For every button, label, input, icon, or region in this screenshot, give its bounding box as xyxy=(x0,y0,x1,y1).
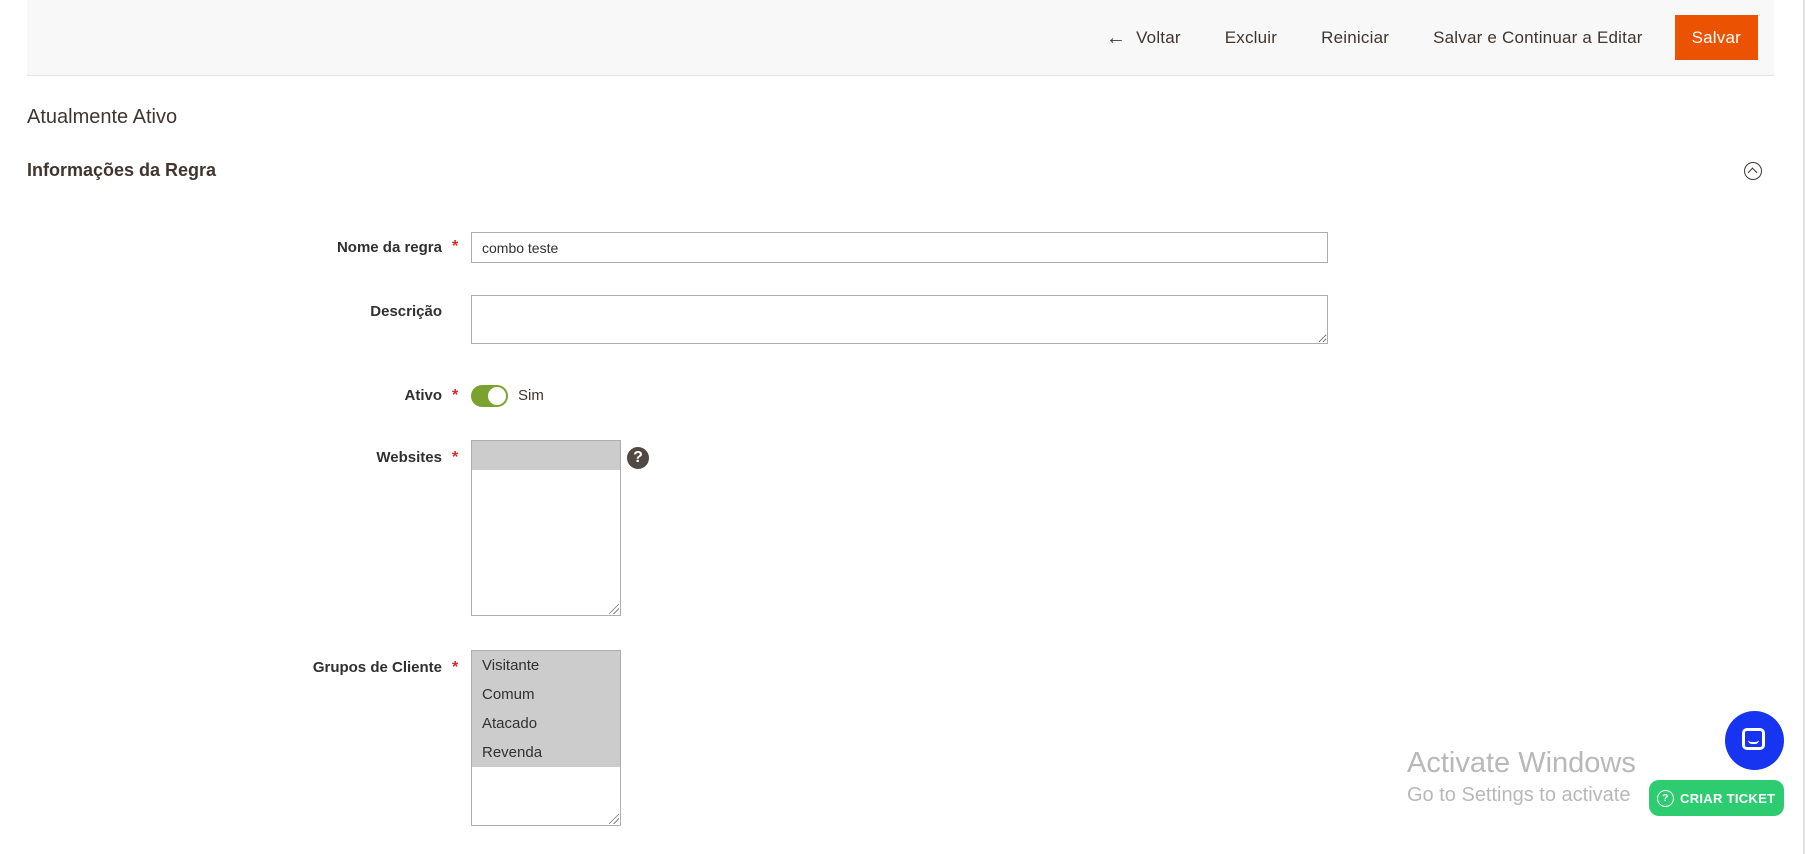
websites-label: Websites xyxy=(376,449,442,466)
description-label: Descrição xyxy=(370,303,442,320)
watermark-subtitle: Go to Settings to activate xyxy=(1407,784,1631,806)
required-asterisk: * xyxy=(452,238,459,255)
status-text: Atualmente Ativo xyxy=(27,106,178,128)
collapse-chevron-up-icon[interactable] xyxy=(1744,162,1762,180)
back-button[interactable]: ← Voltar xyxy=(1084,15,1203,60)
active-label: Ativo xyxy=(404,387,443,404)
resize-grip-icon[interactable] xyxy=(609,604,619,614)
rule-name-label: Nome da regra xyxy=(336,239,442,256)
required-asterisk: * xyxy=(452,449,459,466)
active-toggle-value: Sim xyxy=(518,387,544,404)
websites-multiselect[interactable] xyxy=(471,440,621,616)
rule-info-section-header[interactable]: Informações da Regra xyxy=(27,160,1774,192)
question-circle-icon: ? xyxy=(1657,789,1674,807)
back-button-label: Voltar xyxy=(1136,27,1181,47)
customer-group-option[interactable]: Visitante xyxy=(472,651,620,680)
customer-group-option[interactable]: Comum xyxy=(472,680,620,709)
required-asterisk: * xyxy=(452,387,459,404)
customer-groups-label: Grupos de Cliente xyxy=(312,659,442,676)
save-button[interactable]: Salvar xyxy=(1674,15,1758,60)
rule-name-input[interactable] xyxy=(471,232,1328,263)
watermark-title: Activate Windows xyxy=(1407,747,1636,779)
create-ticket-button[interactable]: ? CRIAR TICKET xyxy=(1649,780,1784,816)
description-textarea[interactable] xyxy=(471,295,1328,344)
websites-option[interactable] xyxy=(472,441,620,470)
required-asterisk: * xyxy=(452,659,459,676)
customer-groups-multiselect[interactable]: Visitante Comum Atacado Revenda xyxy=(471,650,621,826)
chat-launcher-button[interactable] xyxy=(1725,711,1784,770)
help-question-icon[interactable]: ? xyxy=(627,447,649,469)
active-toggle[interactable] xyxy=(471,385,508,407)
create-ticket-label: CRIAR TICKET xyxy=(1680,790,1776,806)
section-title: Informações da Regra xyxy=(27,160,217,180)
page-actions-bar: ← Voltar Excluir Reiniciar Salvar e Cont… xyxy=(27,0,1774,76)
delete-button[interactable]: Excluir xyxy=(1203,15,1299,60)
windows-activation-watermark: Activate Windows Go to Settings to activ… xyxy=(1407,746,1636,810)
customer-group-option[interactable]: Atacado xyxy=(472,709,620,738)
page-actions: ← Voltar Excluir Reiniciar Salvar e Cont… xyxy=(1084,15,1758,60)
customer-group-option[interactable]: Revenda xyxy=(472,738,620,767)
reset-button[interactable]: Reiniciar xyxy=(1299,15,1411,60)
arrow-left-icon: ← xyxy=(1105,26,1127,49)
save-and-continue-button[interactable]: Salvar e Continuar a Editar xyxy=(1411,15,1665,60)
resize-grip-icon[interactable] xyxy=(609,814,619,824)
